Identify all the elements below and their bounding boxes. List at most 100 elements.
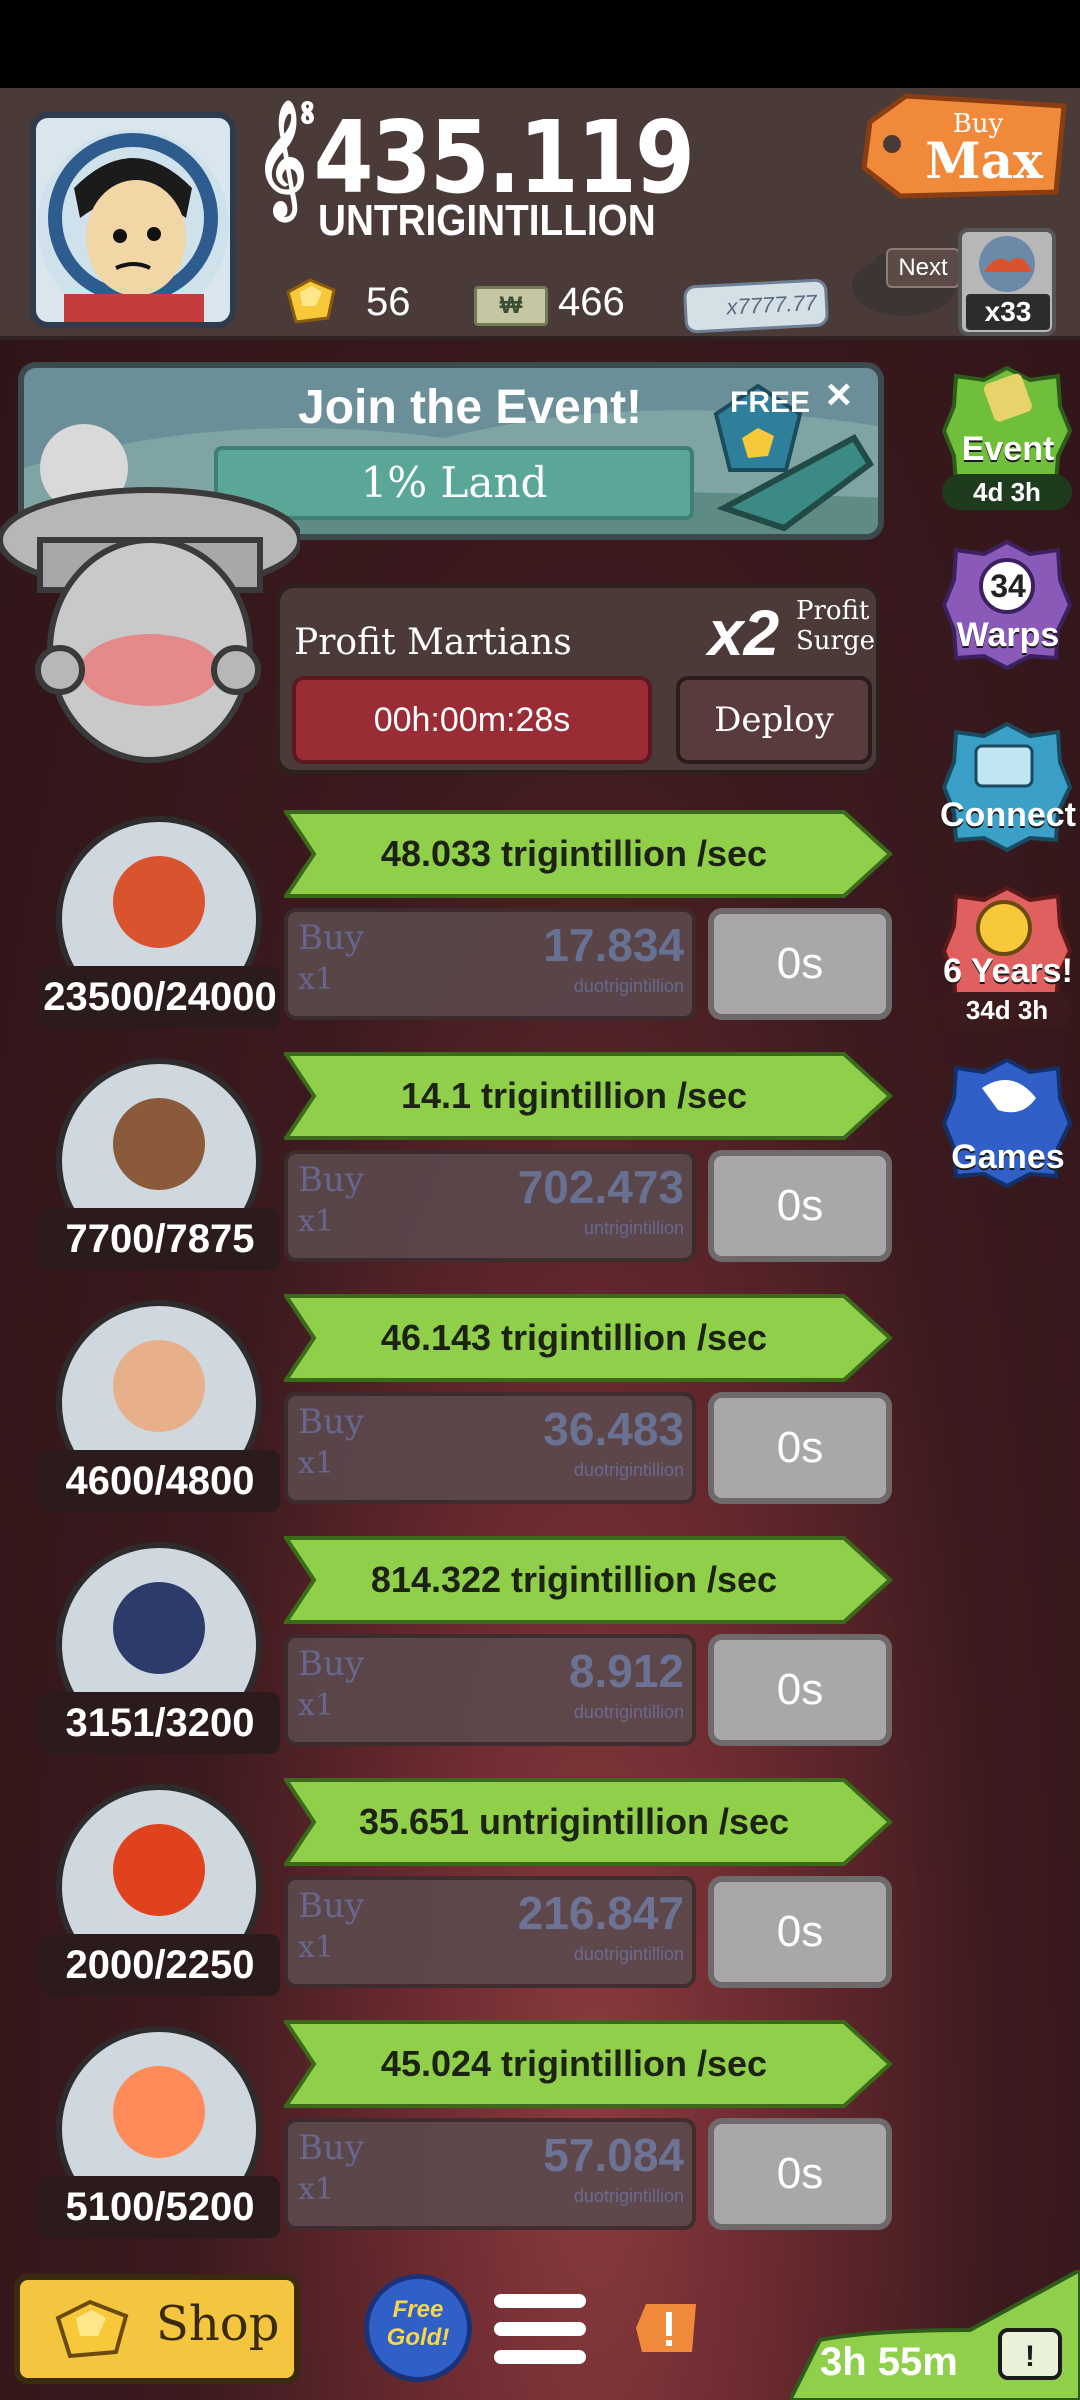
next-count: x33 [966, 294, 1050, 330]
mars-rocks-icon [979, 236, 1035, 292]
buy-max-main: Max [925, 131, 1044, 190]
buy-multiplier: x1 [298, 962, 335, 997]
buy-price-unit: duotrigintillion [573, 1944, 684, 1964]
buy-button[interactable]: Buy x1 57.084 duotrigintillion [284, 2118, 696, 2230]
anniversary-label: 6 Years! [943, 952, 1073, 990]
buy-price: 702.473 [517, 1161, 684, 1213]
profit-rate: 48.033 trigintillion /sec [380, 833, 768, 874]
cycle-timer-button[interactable]: 0s [708, 908, 892, 1020]
buy-price-unit: duotrigintillion [573, 1460, 684, 1480]
alert-icon[interactable] [636, 2302, 698, 2356]
event-timer: 4d 3h [942, 474, 1072, 510]
buy-price-unit: duotrigintillion [573, 976, 684, 996]
buy-label: Buy [298, 1644, 365, 1684]
buy-label: Buy [298, 1886, 365, 1926]
anniversary-timer: 34d 3h [942, 992, 1072, 1028]
multiplier-card[interactable]: x7777.77 [682, 278, 830, 334]
profit-surge-line1: Profit [796, 596, 870, 626]
currency-symbol: 𝄟 [256, 99, 315, 216]
warps-label: Warps [956, 616, 1060, 654]
cycle-timer-button[interactable]: 0s [708, 1876, 892, 1988]
event-label: Event [961, 430, 1055, 468]
business-owned-count: 3151/3200 [40, 1692, 280, 1754]
status-bar [0, 0, 1080, 88]
buy-price-unit: untrigintillion [583, 1218, 684, 1238]
free-gold-line1: Free [392, 2296, 444, 2323]
buy-button[interactable]: Buy x1 8.912 duotrigintillion [284, 1634, 696, 1746]
buy-button[interactable]: Buy x1 17.834 duotrigintillion [284, 908, 696, 1020]
deploy-button[interactable]: Deploy [676, 676, 872, 764]
shop-label: Shop [156, 2296, 280, 2352]
free-gold-line2: Gold! [386, 2324, 450, 2351]
reward-timer: 3h 55m [820, 2340, 958, 2384]
cycle-timer-button[interactable]: 0s [708, 1150, 892, 1262]
buy-price: 216.847 [517, 1887, 684, 1939]
warps-count: 34 [990, 568, 1026, 604]
buy-price-unit: duotrigintillion [573, 1702, 684, 1722]
cycle-timer-button[interactable]: 0s [708, 1634, 892, 1746]
cash-unit: UNTRIGINTILLION [318, 196, 656, 245]
menu-icon[interactable] [494, 2290, 586, 2370]
business-owned-count: 23500/24000 [40, 966, 280, 1028]
buy-multiplier: x1 [298, 2172, 335, 2207]
next-unlock-box[interactable]: x33 [958, 228, 1056, 336]
business-owned-count: 5100/5200 [40, 2176, 280, 2238]
buy-multiplier: x1 [298, 1688, 335, 1723]
cycle-timer-button[interactable]: 0s [708, 1392, 892, 1504]
profit-rate: 35.651 untrigintillion /sec [358, 1801, 790, 1842]
buy-price: 36.483 [543, 1403, 684, 1455]
business-row: 2000/2250 35.651 untrigintillion /sec Bu… [0, 1778, 900, 2014]
profit-rate: 814.322 trigintillion /sec [370, 1559, 778, 1600]
buy-price: 57.084 [543, 2129, 684, 2181]
games-label: Games [951, 1138, 1065, 1176]
profit-rate: 14.1 trigintillion /sec [400, 1075, 748, 1116]
connect-label: Connect [940, 796, 1076, 834]
buy-button[interactable]: Buy x1 36.483 duotrigintillion [284, 1392, 696, 1504]
buy-multiplier: x1 [298, 1930, 335, 1965]
buy-label: Buy [298, 2128, 365, 2168]
cash-amount: 𝄟435.119 [256, 108, 695, 208]
buy-price-unit: duotrigintillion [573, 2186, 684, 2206]
gold-gem-icon [55, 2299, 129, 2359]
profit-multiplier: x2 [708, 597, 780, 669]
business-row: 5100/5200 45.024 trigintillion /sec Buy … [0, 2020, 900, 2256]
megabucks-icon: ₩ [474, 286, 548, 326]
manager-timer-button[interactable]: 00h:00m:28s [292, 676, 652, 764]
business-owned-count: 2000/2250 [40, 1934, 280, 1996]
buy-button[interactable]: Buy x1 216.847 duotrigintillion [284, 1876, 696, 1988]
cycle-timer-button[interactable]: 0s [708, 2118, 892, 2230]
gold-count: 56 [366, 280, 411, 324]
business-row: 23500/24000 48.033 trigintillion /sec Bu… [0, 810, 900, 1046]
buy-price: 8.912 [568, 1645, 684, 1697]
business-row: 3151/3200 814.322 trigintillion /sec Buy… [0, 1536, 900, 1772]
business-owned-count: 4600/4800 [40, 1450, 280, 1512]
profit-surge-line2: Surge [796, 626, 876, 656]
svg-text:!: ! [1025, 2340, 1035, 2373]
ufo-icon [0, 487, 300, 763]
free-gold-label: Free Gold! [370, 2296, 466, 2352]
next-label: Next [886, 248, 960, 288]
profit-rate: 45.024 trigintillion /sec [380, 2043, 768, 2084]
astronaut-avatar-icon [37, 130, 229, 322]
buy-label: Buy [298, 1160, 365, 1200]
buy-multiplier: x1 [298, 1446, 335, 1481]
profit-rate: 46.143 trigintillion /sec [380, 1317, 768, 1358]
free-label: FREE [730, 386, 811, 419]
buy-multiplier: x1 [298, 1204, 335, 1239]
manager-title: Profit Martians [294, 622, 572, 663]
business-owned-count: 7700/7875 [40, 1208, 280, 1270]
business-row: 7700/7875 14.1 trigintillion /sec Buy x1… [0, 1052, 900, 1288]
buy-label: Buy [298, 918, 365, 958]
buy-label: Buy [298, 1402, 365, 1442]
business-row: 4600/4800 46.143 trigintillion /sec Buy … [0, 1294, 900, 1530]
profit-surge-label: Profit Surge [796, 596, 875, 656]
buy-price: 17.834 [543, 919, 684, 971]
gold-gem-icon [286, 278, 336, 324]
buy-max-button[interactable]: Buy Max [850, 92, 1070, 200]
megabucks-count: 466 [558, 280, 625, 324]
avatar[interactable] [30, 112, 236, 328]
buy-button[interactable]: Buy x1 702.473 untrigintillion [284, 1150, 696, 1262]
game-screen: 𝄟435.119 UNTRIGINTILLION 56 ₩ 466 x7777.… [0, 0, 1080, 2400]
close-icon[interactable]: × [826, 370, 852, 420]
event-title: Join the Event! [298, 381, 643, 434]
